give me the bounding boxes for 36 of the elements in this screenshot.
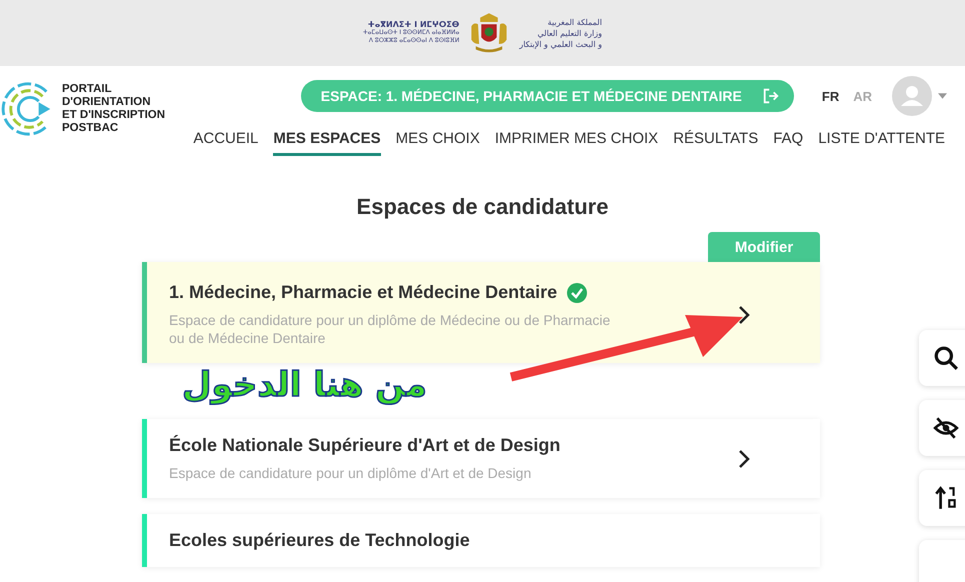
space-title: École Nationale Supérieure d'Art et de Design (169, 435, 560, 456)
ministry-name-tifinagh: ⵜⴰⴳⵍⴷⵉⵜ ⵏ ⵍⵎⵖⵔⵉⴱ (368, 21, 460, 29)
portal-name: D'ORIENTATION (62, 96, 152, 109)
nav-link[interactable]: MES ESPACES (273, 130, 381, 156)
nav-link[interactable]: IMPRIMER MES CHOIX (494, 130, 658, 156)
annotation-text: من هنا الدخول (182, 364, 427, 407)
nav-link[interactable]: ACCUEIL (193, 130, 258, 156)
sort-icon (933, 485, 959, 511)
portal-name: POSTBAC (62, 122, 120, 135)
space-card[interactable]: 1. Médecine, Pharmacie et Médecine Dentaire Espace de candidature pour un diplôme de Médecine ou de Pharmacie ou de Médecine Dentaire (142, 262, 820, 363)
portal-name: PORTAIL (62, 83, 113, 96)
nav-link[interactable]: RÉSULTATS (673, 130, 758, 156)
page-heading: Espaces de candidature (356, 194, 610, 220)
nav-link[interactable]: MES CHOIX (396, 130, 480, 156)
eye-off-icon (933, 415, 959, 441)
language-link[interactable]: FR (822, 88, 840, 104)
nav-link[interactable]: FAQ (773, 130, 804, 156)
space-description: Espace de candidature pour un diplôme de Médecine ou de Pharmacie ou de Médecine Dentaire (169, 311, 612, 347)
space-title: 1. Médecine, Pharmacie et Médecine Dentaire (169, 282, 558, 303)
space-card[interactable]: École Nationale Supérieure d'Art et de Design Espace de candidature pour un diplôme d'Art et de Design (142, 419, 820, 498)
space-title: Ecoles supérieures de Technologie (169, 530, 470, 551)
ministry-name-arabic: و البحث العلمي و الإبتكار (519, 38, 602, 50)
chevron-right-icon[interactable] (738, 304, 750, 324)
search-icon (933, 345, 959, 371)
tool-button[interactable] (919, 400, 965, 456)
logout-icon (762, 87, 780, 105)
tool-button[interactable] (919, 330, 965, 386)
ministry-name-arabic: المملكة المغربية (546, 16, 602, 28)
space-card[interactable]: Ecoles supérieures de Technologie (142, 514, 820, 567)
nav-link[interactable]: LISTE D'ATTENTE (818, 130, 945, 156)
portal-name: ET D'INSCRIPTION (62, 109, 166, 122)
caret-icon[interactable] (938, 93, 947, 99)
chevron-right-icon[interactable] (738, 448, 750, 468)
tool-button[interactable] (919, 470, 965, 526)
space-description: Espace de candidature pour un diplôme d'Art et de Design (169, 464, 532, 482)
ministry-name-arabic: وزارة التعليم العالي (536, 28, 602, 38)
